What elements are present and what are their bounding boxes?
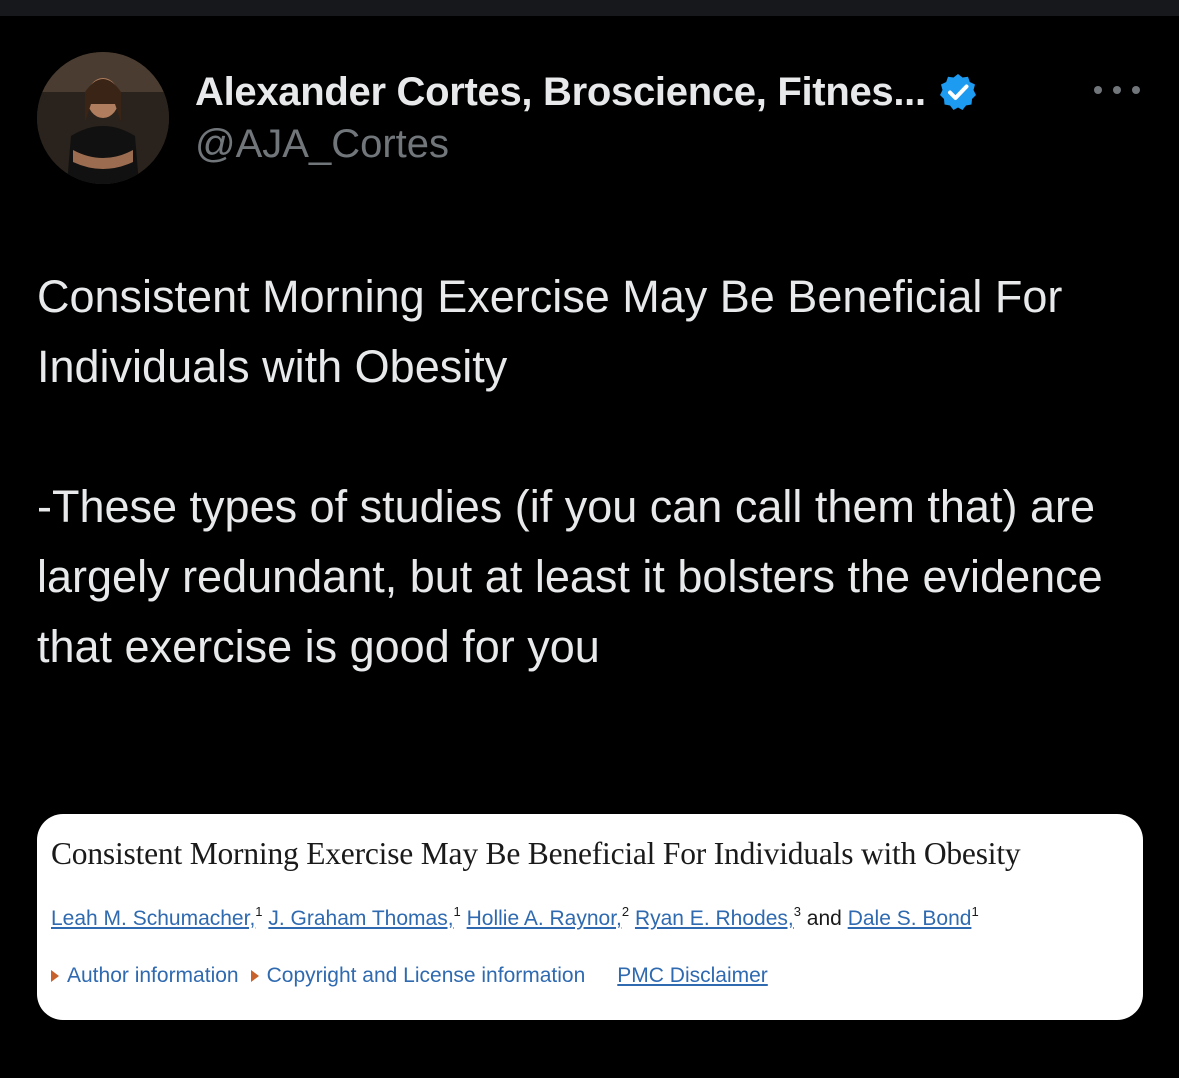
user-handle[interactable]: @AJA_Cortes — [195, 122, 449, 167]
author-link[interactable]: Ryan E. Rhodes, — [635, 907, 794, 930]
author-link[interactable]: J. Graham Thomas, — [268, 907, 453, 930]
author-link[interactable]: Hollie A. Raynor, — [467, 907, 622, 930]
pmc-disclaimer-link[interactable]: PMC Disclaimer — [617, 964, 768, 988]
display-name[interactable]: Alexander Cortes, Broscience, Fitnes... — [195, 70, 926, 115]
verified-badge-icon — [939, 74, 976, 110]
tweet-paragraph-2: -These types of studies (if you can call… — [37, 481, 1103, 672]
avatar-image — [37, 52, 169, 184]
tweet-text: Consistent Morning Exercise May Be Benef… — [37, 262, 1147, 682]
expand-triangle-icon — [51, 970, 59, 982]
top-bar — [0, 0, 1179, 16]
article-title: Consistent Morning Exercise May Be Benef… — [51, 836, 1021, 871]
expand-triangle-icon — [250, 970, 259, 982]
author-link[interactable]: Leah M. Schumacher, — [51, 907, 255, 930]
author-information-link[interactable]: Author information — [51, 964, 239, 988]
author-link[interactable]: Dale S. Bond — [848, 907, 972, 930]
more-dots-icon[interactable] — [1094, 78, 1140, 102]
tweet-paragraph-1: Consistent Morning Exercise May Be Benef… — [37, 271, 1063, 392]
article-card[interactable]: Consistent Morning Exercise May Be Benef… — [37, 814, 1143, 1020]
and-text: and — [806, 907, 842, 930]
article-links: Author information Copyright and License… — [51, 964, 768, 988]
avatar[interactable] — [37, 52, 169, 184]
article-authors: Leah M. Schumacher,1 J. Graham Thomas,1 … — [51, 904, 979, 930]
copyright-license-link[interactable]: Copyright and License information — [250, 964, 585, 988]
name-row: Alexander Cortes, Broscience, Fitnes... — [195, 66, 978, 118]
